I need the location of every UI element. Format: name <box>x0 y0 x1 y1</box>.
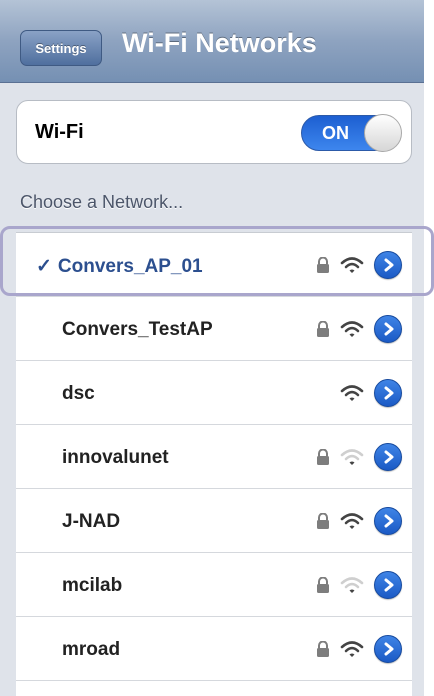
detail-disclosure-button[interactable] <box>374 379 402 407</box>
network-row[interactable]: mroad <box>16 617 412 681</box>
network-name: mroad <box>62 639 121 660</box>
detail-disclosure-button[interactable] <box>374 315 402 343</box>
network-row[interactable]: innovalunet <box>16 425 412 489</box>
network-name: dsc <box>62 383 95 404</box>
checkmark-icon: ✓ <box>36 256 52 277</box>
wifi-label: Wi-Fi <box>35 121 84 143</box>
lock-icon <box>317 449 329 465</box>
toggle-state-label: ON <box>322 123 349 143</box>
wifi-signal-icon <box>340 257 364 273</box>
chevron-right-icon <box>384 514 394 528</box>
network-row[interactable]: Convers_TestAP <box>16 297 412 361</box>
wifi-signal-icon <box>340 449 364 465</box>
network-row[interactable]: dsc <box>16 361 412 425</box>
wifi-signal-icon <box>340 577 364 593</box>
lock-icon <box>317 641 329 657</box>
page-title: Wi-Fi Networks <box>122 28 317 58</box>
detail-disclosure-button[interactable] <box>374 635 402 663</box>
navigation-bar: Settings Wi-Fi Networks <box>0 0 424 83</box>
network-list: ✓ Convers_AP_01 Convers_TestAPdsc innovalun… <box>16 232 412 696</box>
back-button[interactable]: Settings <box>20 30 102 66</box>
network-row[interactable]: mcilab <box>16 553 412 617</box>
wifi-toggle-switch[interactable]: ON <box>301 114 402 152</box>
detail-disclosure-button[interactable] <box>374 571 402 599</box>
chevron-right-icon <box>384 578 394 592</box>
wifi-signal-icon <box>340 321 364 337</box>
network-name: mcilab <box>62 575 123 596</box>
network-name: ✓ Convers_AP_01 <box>36 255 203 278</box>
lock-icon <box>317 321 329 337</box>
network-row[interactable]: J-NAD <box>16 489 412 553</box>
network-name-text: Convers_AP_01 <box>57 256 203 277</box>
network-name: Convers_TestAP <box>62 319 213 340</box>
detail-disclosure-button[interactable] <box>374 443 402 471</box>
lock-icon <box>317 577 329 593</box>
wifi-toggle-cell: Wi-Fi ON <box>16 100 412 164</box>
chevron-right-icon <box>384 386 394 400</box>
chevron-right-icon <box>384 642 394 656</box>
chevron-right-icon <box>384 450 394 464</box>
network-row[interactable]: ✓ Convers_AP_01 <box>16 233 412 297</box>
settings-screen: Settings Wi-Fi Networks Wi-Fi ON Choose … <box>0 0 424 696</box>
wifi-signal-icon <box>340 385 364 401</box>
detail-disclosure-button[interactable] <box>374 251 402 279</box>
network-name: innovalunet <box>62 447 169 468</box>
network-name: J-NAD <box>62 511 121 532</box>
wifi-signal-icon <box>340 513 364 529</box>
lock-icon <box>317 257 329 273</box>
section-header: Choose a Network... <box>20 192 184 212</box>
toggle-knob[interactable] <box>364 114 402 152</box>
chevron-right-icon <box>384 258 394 272</box>
chevron-right-icon <box>384 322 394 336</box>
lock-icon <box>317 513 329 529</box>
wifi-signal-icon <box>340 641 364 657</box>
detail-disclosure-button[interactable] <box>374 507 402 535</box>
